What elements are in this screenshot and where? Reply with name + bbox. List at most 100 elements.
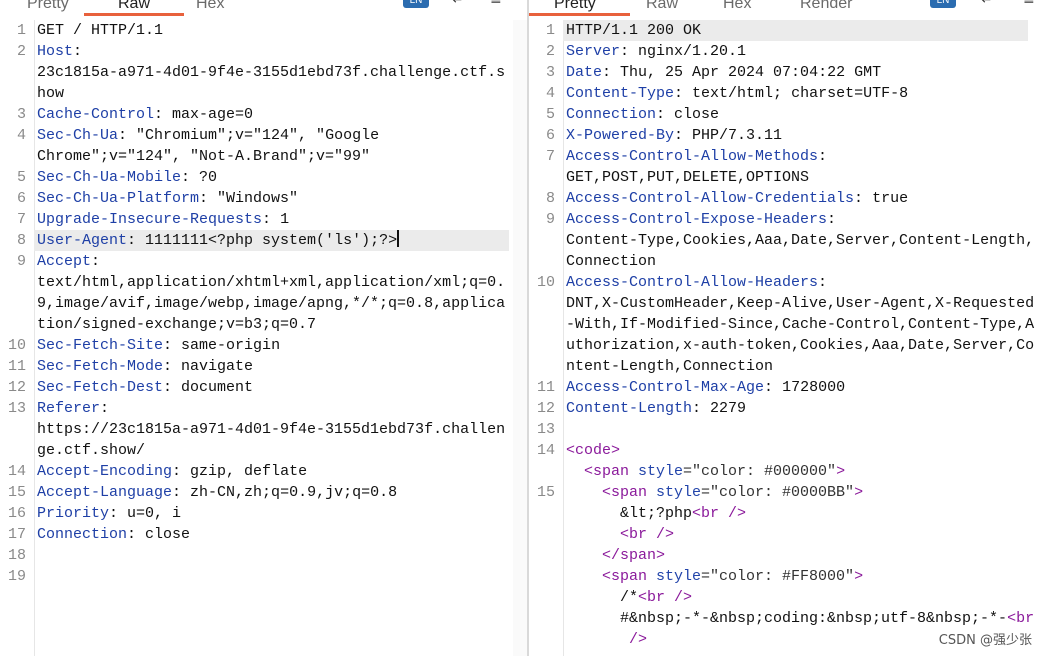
- tab-pretty[interactable]: Pretty: [529, 0, 630, 16]
- response-editor[interactable]: 1 HTTP/1.1 200 OK 2 Server: nginx/1.20.1 3 Da…: [529, 20, 1046, 656]
- header-colon: :: [163, 358, 173, 375]
- html-text: /*: [620, 589, 639, 606]
- html-tag: />: [620, 631, 648, 648]
- header-value-continued: Chrome";v="124", "Not-A.Brand";v="99": [37, 148, 371, 165]
- code-line: 5 Connection: close: [529, 104, 1046, 125]
- header-value-continued: Content-Type,Cookies,Aaa,Date,Server,Con…: [566, 232, 1035, 249]
- code-line: -With,If-Modified-Since,Cache-Control,Co…: [529, 314, 1046, 335]
- message-line: 15 Accept-Language: zh-CN,zh;q=0.9,jv;q=0…: [0, 482, 527, 503]
- line-text: Access-Control-Max-Age: 1728000: [566, 377, 845, 398]
- message-line: 17 Connection: close: [0, 524, 527, 545]
- request-tabs: Pretty Raw Hex: [0, 0, 527, 16]
- code-line: 4 Content-Type: text/html; charset=UTF-8: [529, 83, 1046, 104]
- header-value-continued: DNT,X-CustomHeader,Keep-Alive,User-Agent…: [566, 295, 1035, 312]
- line-text: <span style="color: #0000BB">: [602, 482, 863, 503]
- header-name: Sec-Fetch-Site: [37, 337, 164, 354]
- header-colon: :: [854, 190, 864, 207]
- active-tab-underline: [84, 13, 185, 16]
- line-text: text/html,application/xhtml+xml,applicat…: [37, 272, 505, 293]
- header-value: document: [172, 379, 254, 396]
- header-colon: :: [163, 379, 173, 396]
- header-colon: :: [262, 211, 272, 228]
- code-line: 6 X-Powered-By: PHP/7.3.11: [529, 125, 1046, 146]
- line-text: Accept:: [37, 251, 100, 272]
- line-text: Server: nginx/1.20.1: [566, 41, 746, 62]
- line-text: 23c1815a-a971-4d01-9f4e-3155d1ebd73f.cha…: [37, 62, 505, 83]
- line-text: Sec-Fetch-Site: same-origin: [37, 335, 280, 356]
- message-line: 16 Priority: u=0, i: [0, 503, 527, 524]
- header-colon: :: [163, 337, 173, 354]
- wrap-icon[interactable]: ↩: [452, 0, 464, 8]
- line-text: <span style="color: #FF8000">: [602, 566, 863, 587]
- line-text: Date: Thu, 25 Apr 2024 07:04:22 GMT: [566, 62, 881, 83]
- code-line: 12 Sec-Fetch-Dest: document: [0, 377, 527, 398]
- code-line: 13: [529, 419, 1046, 440]
- html-tag: <span: [602, 484, 657, 501]
- header-value-continued: 23c1815a-a971-4d01-9f4e-3155d1ebd73f.cha…: [37, 64, 506, 81]
- message-line: 11 Access-Control-Max-Age: 1728000: [529, 377, 1046, 398]
- html-attr-value: ="color: #000000": [683, 463, 837, 480]
- header-name: Accept: [37, 253, 92, 270]
- code-line: 4 Sec-Ch-Ua: "Chromium";v="124", "Google: [0, 125, 527, 146]
- message-line: 7 Upgrade-Insecure-Requests: 1: [0, 209, 527, 230]
- line-text: Content-Type: text/html; charset=UTF-8: [566, 83, 908, 104]
- wrap-icon[interactable]: ↩: [981, 0, 993, 8]
- header-colon: :: [181, 169, 191, 186]
- line-text: <span style="color: #000000">: [584, 461, 845, 482]
- code-line: Connection: [529, 251, 1046, 272]
- code-line: 1 GET / HTTP/1.1: [0, 20, 527, 41]
- line-number: 4: [545, 85, 555, 102]
- tab-render[interactable]: Render: [800, 0, 852, 16]
- code-line: 2 Host:: [0, 41, 527, 62]
- tab-hex[interactable]: Hex: [723, 0, 751, 16]
- tab-raw[interactable]: Raw: [646, 0, 678, 16]
- line-text: Accept-Language: zh-CN,zh;q=0.9,jv;q=0.8: [37, 482, 397, 503]
- tab-raw[interactable]: Raw: [84, 0, 185, 16]
- message-line: 10 Sec-Fetch-Site: same-origin: [0, 335, 527, 356]
- inspector-icon[interactable]: LN: [403, 0, 429, 8]
- message-line: 13 Referer: https://23c1815a-a971-4d01-9f4…: [0, 398, 527, 461]
- request-editor[interactable]: 1 GET / HTTP/1.1 2 Host: 23c1815a-a971-4d01-…: [0, 20, 527, 656]
- line-text: Cache-Control: max-age=0: [37, 104, 253, 125]
- message-line: 9 Accept: text/html,application/xhtml+xml,…: [0, 251, 527, 335]
- html-tag: >: [854, 484, 864, 501]
- line-number: 13: [7, 400, 26, 417]
- code-line: 23c1815a-a971-4d01-9f4e-3155d1ebd73f.cha…: [0, 62, 527, 83]
- code-line: 10 Access-Control-Allow-Headers:: [529, 272, 1046, 293]
- line-number: 7: [545, 148, 555, 165]
- line-text: Sec-Ch-Ua-Mobile: ?0: [37, 167, 217, 188]
- header-value-continued: GET,POST,PUT,DELETE,OPTIONS: [566, 169, 810, 186]
- menu-icon[interactable]: ≡: [490, 0, 502, 8]
- request-scrollbar[interactable]: [513, 20, 527, 656]
- message-line: 12 Content-Length: 2279: [529, 398, 1046, 419]
- code-line: /*<br />: [529, 587, 1046, 608]
- header-value-continued: how: [37, 85, 65, 102]
- line-text: &lt;?php<br />: [620, 503, 746, 524]
- header-name: Content-Length: [566, 400, 693, 417]
- header-name: Cache-Control: [37, 106, 155, 123]
- html-tag: <br />: [638, 589, 693, 606]
- header-value: close: [665, 106, 720, 123]
- html-text: &lt;?php: [620, 505, 693, 522]
- message-line: 3 Cache-Control: max-age=0: [0, 104, 527, 125]
- message-line: 3 Date: Thu, 25 Apr 2024 07:04:22 GMT: [529, 62, 1046, 83]
- html-tag: <code>: [566, 442, 621, 459]
- inspector-icon[interactable]: LN: [930, 0, 956, 8]
- tab-pretty[interactable]: Pretty: [27, 0, 69, 16]
- html-tag: <br />: [692, 505, 747, 522]
- code-line: 18: [0, 545, 527, 566]
- header-value: zh-CN,zh;q=0.9,jv;q=0.8: [181, 484, 398, 501]
- header-value: close: [136, 526, 191, 543]
- menu-icon[interactable]: ≡: [1023, 0, 1035, 8]
- header-name: Access-Control-Expose-Headers: [566, 211, 828, 228]
- line-text: Sec-Ch-Ua: "Chromium";v="124", "Google: [37, 125, 379, 146]
- line-text: -With,If-Modified-Since,Cache-Control,Co…: [566, 314, 1034, 335]
- header-colon: :: [127, 526, 137, 543]
- line-number: 8: [16, 232, 26, 249]
- code-line: 12 Content-Length: 2279: [529, 398, 1046, 419]
- line-number: 5: [16, 169, 26, 186]
- header-value-continued: -With,If-Modified-Since,Cache-Control,Co…: [566, 316, 1035, 333]
- tab-hex[interactable]: Hex: [196, 0, 224, 16]
- code-line: ntent-Length,Connection: [529, 356, 1046, 377]
- code-line: text/html,application/xhtml+xml,applicat…: [0, 272, 527, 293]
